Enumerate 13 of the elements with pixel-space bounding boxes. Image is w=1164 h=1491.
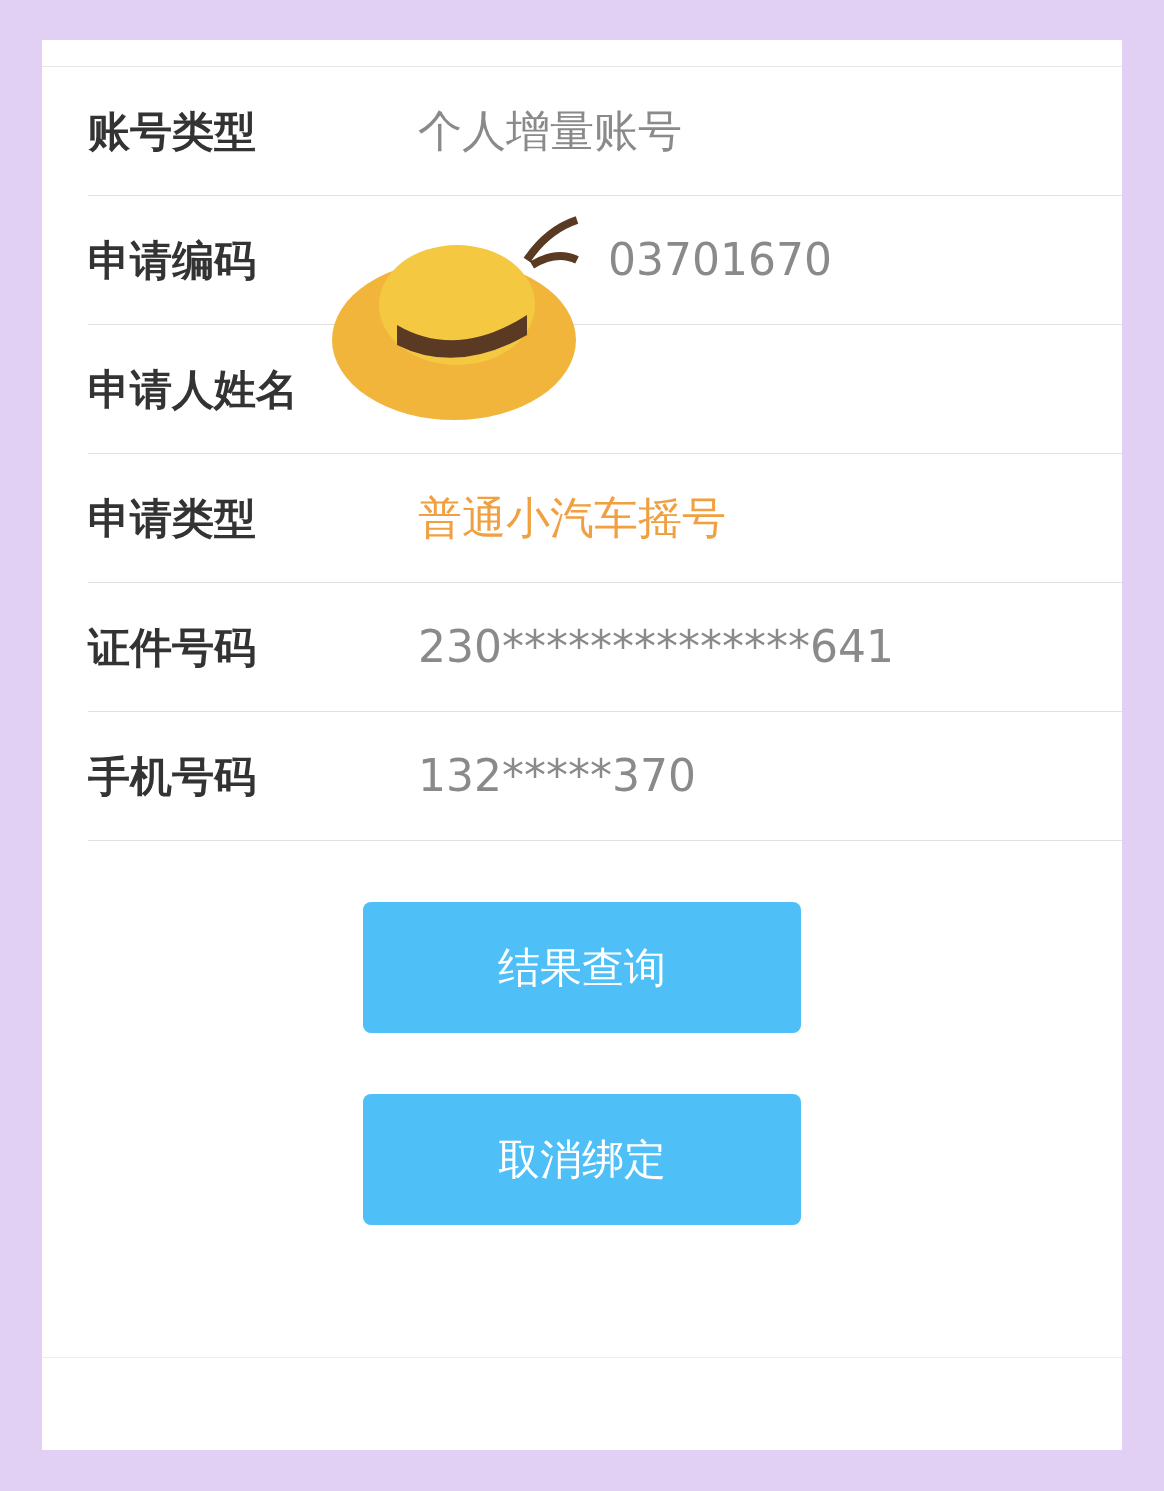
field-value: 普通小汽车摇号 — [418, 491, 726, 545]
field-label: 申请类型 — [88, 492, 257, 545]
action-button[interactable]: 结果查询 — [363, 902, 801, 1033]
action-button[interactable]: 取消绑定 — [363, 1094, 801, 1225]
field-value: 230**************641 — [418, 620, 894, 674]
field-label: 申请编码 — [88, 234, 257, 287]
field-label: 账号类型 — [88, 105, 257, 158]
field-value: 03701670 — [607, 233, 832, 287]
field-value: 个人增量账号 — [418, 104, 682, 158]
field-label: 证件号码 — [88, 621, 257, 674]
field-label: 手机号码 — [88, 750, 257, 803]
field-value: 132*****370 — [418, 749, 696, 803]
field-label: 申请人姓名 — [88, 363, 299, 416]
